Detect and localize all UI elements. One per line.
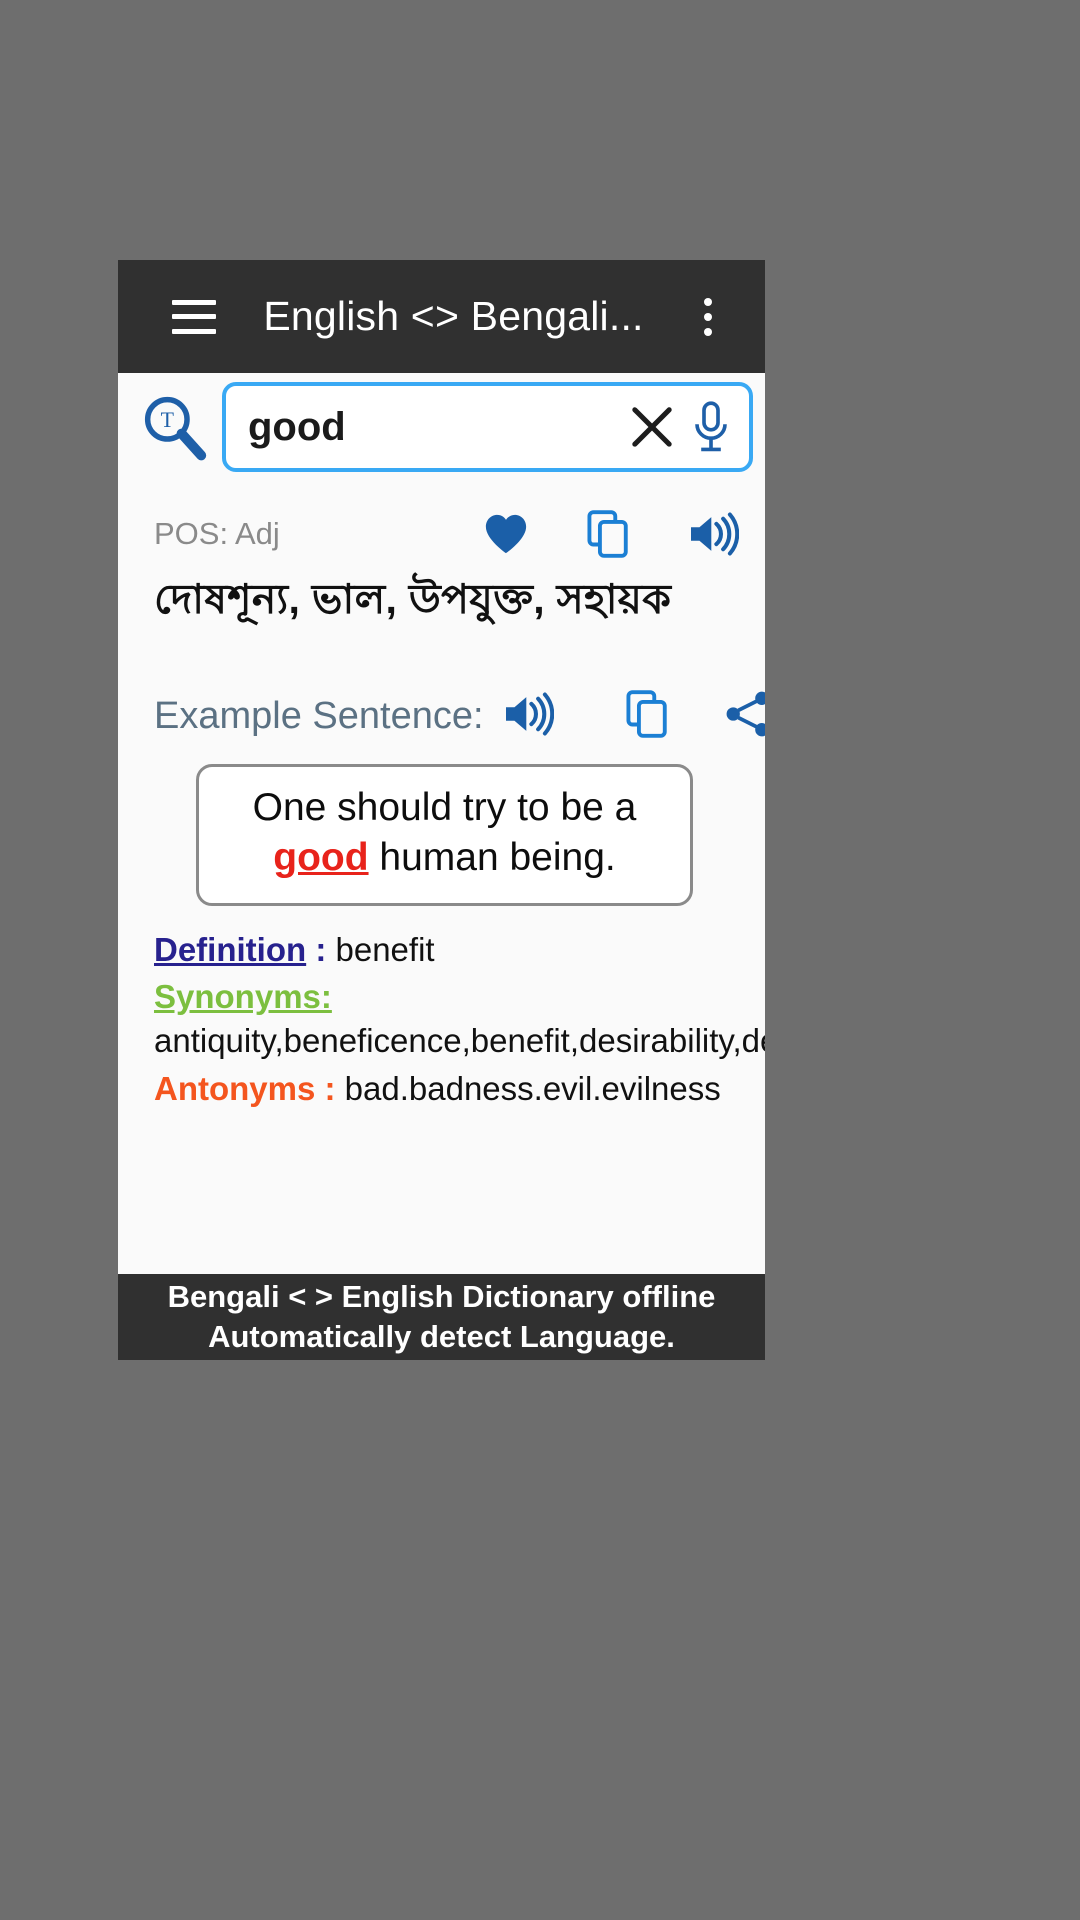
definition-row: Definition : benefit	[154, 928, 739, 972]
example-text-after: human being.	[368, 835, 616, 879]
volume-speaker-icon	[505, 692, 554, 736]
volume-speaker-icon	[691, 512, 739, 556]
definition-label: Definition	[154, 930, 307, 968]
favorite-button[interactable]	[483, 512, 529, 556]
copy-icon	[587, 510, 628, 558]
close-x-icon[interactable]	[627, 402, 677, 452]
example-header-row: Example Sentence:	[154, 689, 765, 744]
microphone-icon[interactable]	[687, 399, 735, 455]
svg-text:T: T	[161, 408, 174, 432]
definition-separator: :	[306, 930, 336, 968]
search-input-wrapper[interactable]: good	[222, 382, 753, 472]
ad-banner-line-1: Bengali < > English Dictionary offline	[167, 1279, 716, 1315]
overflow-dot	[704, 327, 712, 336]
hamburger-line	[172, 314, 216, 319]
example-text-before: One should try to be a	[252, 786, 637, 830]
result-panel: POS: Adj দোষশূন্য, ভাল, উপযুক্ত, সহায়ক …	[118, 481, 765, 1274]
synonyms-label: Synonyms:	[154, 978, 332, 1016]
antonyms-row: Antonyms : bad.badness.evil.evilness	[154, 1067, 739, 1111]
translation-text: দোষশূন্য, ভাল, উপযুক্ত, সহায়ক	[154, 576, 672, 622]
synonyms-row: Synonyms: antiquity,beneficence,benefit,…	[154, 975, 765, 1063]
example-keyword: good	[273, 835, 369, 879]
share-icon	[726, 692, 765, 737]
search-bar: T good	[118, 373, 765, 481]
more-vertical-icon[interactable]	[685, 287, 731, 347]
example-sentence-label: Example Sentence:	[154, 695, 484, 738]
ad-banner[interactable]: Bengali < > English Dictionary offline A…	[118, 1274, 765, 1360]
hamburger-line	[172, 328, 216, 334]
copy-example-button[interactable]	[626, 689, 668, 744]
app-window: English <> Bengali... T good POS: Adj দো…	[118, 260, 765, 1360]
antonyms-separator: :	[315, 1070, 345, 1108]
meta-section: Definition : benefit Synonyms: antiquity…	[154, 928, 765, 1112]
antonyms-label: Antonyms	[154, 1070, 316, 1108]
text-search-magnifier-icon[interactable]: T	[140, 392, 210, 462]
app-bar: English <> Bengali...	[118, 260, 765, 373]
screen-root: English <> Bengali... T good POS: Adj দো…	[0, 0, 1080, 1920]
heart-filled-icon	[485, 514, 527, 554]
speak-translation-button[interactable]	[687, 512, 739, 556]
overflow-dot	[704, 297, 712, 306]
synonyms-value: antiquity,beneficence,benefit,desirabili…	[154, 1022, 765, 1060]
share-example-button[interactable]	[724, 690, 765, 743]
pos-row: POS: Adj	[154, 503, 739, 565]
speak-example-button[interactable]	[502, 692, 554, 741]
part-of-speech-label: POS: Adj	[154, 516, 280, 551]
antonyms-value: bad.badness.evil.evilness	[344, 1070, 721, 1108]
ad-banner-line-2: Automatically detect Language.	[208, 1319, 675, 1354]
hamburger-line	[172, 299, 216, 305]
overflow-dot	[704, 312, 712, 321]
example-sentence-box: One should try to be a good human being.	[196, 764, 693, 906]
definition-value: benefit	[335, 930, 435, 968]
copy-translation-button[interactable]	[587, 509, 629, 559]
search-input[interactable]: good	[248, 407, 617, 447]
page-title: English <> Bengali...	[263, 293, 644, 339]
copy-icon	[626, 690, 667, 739]
hamburger-menu-icon[interactable]	[172, 299, 216, 334]
